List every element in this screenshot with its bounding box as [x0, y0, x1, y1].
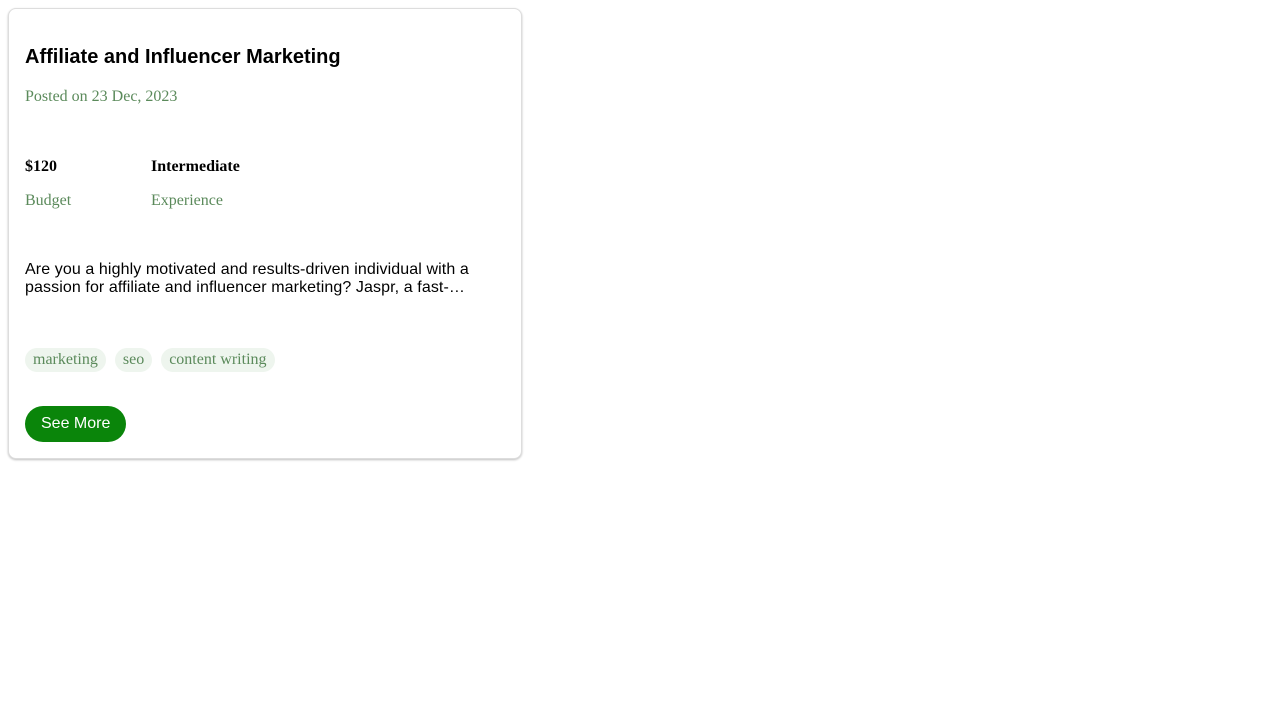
tag-marketing: marketing — [25, 348, 106, 372]
posted-date: Posted on 23 Dec, 2023 — [25, 88, 178, 105]
budget-stat: $120 Budget — [25, 157, 151, 211]
job-card: Affiliate and Influencer Marketing Poste… — [8, 8, 522, 459]
tag-list: marketing seo content writing — [25, 348, 505, 372]
experience-stat: Intermediate Experience — [151, 157, 240, 211]
job-description: Are you a highly motivated and results-d… — [25, 261, 469, 296]
budget-value: $120 — [25, 158, 57, 175]
tag-content-writing: content writing — [161, 348, 275, 372]
job-stats: $120 Budget Intermediate Experience — [25, 157, 505, 211]
tag-seo: seo — [114, 348, 153, 372]
job-title: Affiliate and Influencer Marketing — [25, 46, 341, 68]
experience-label: Experience — [151, 192, 223, 209]
budget-label: Budget — [25, 192, 72, 209]
see-more-button[interactable]: See More — [25, 406, 127, 442]
experience-value: Intermediate — [151, 158, 240, 175]
